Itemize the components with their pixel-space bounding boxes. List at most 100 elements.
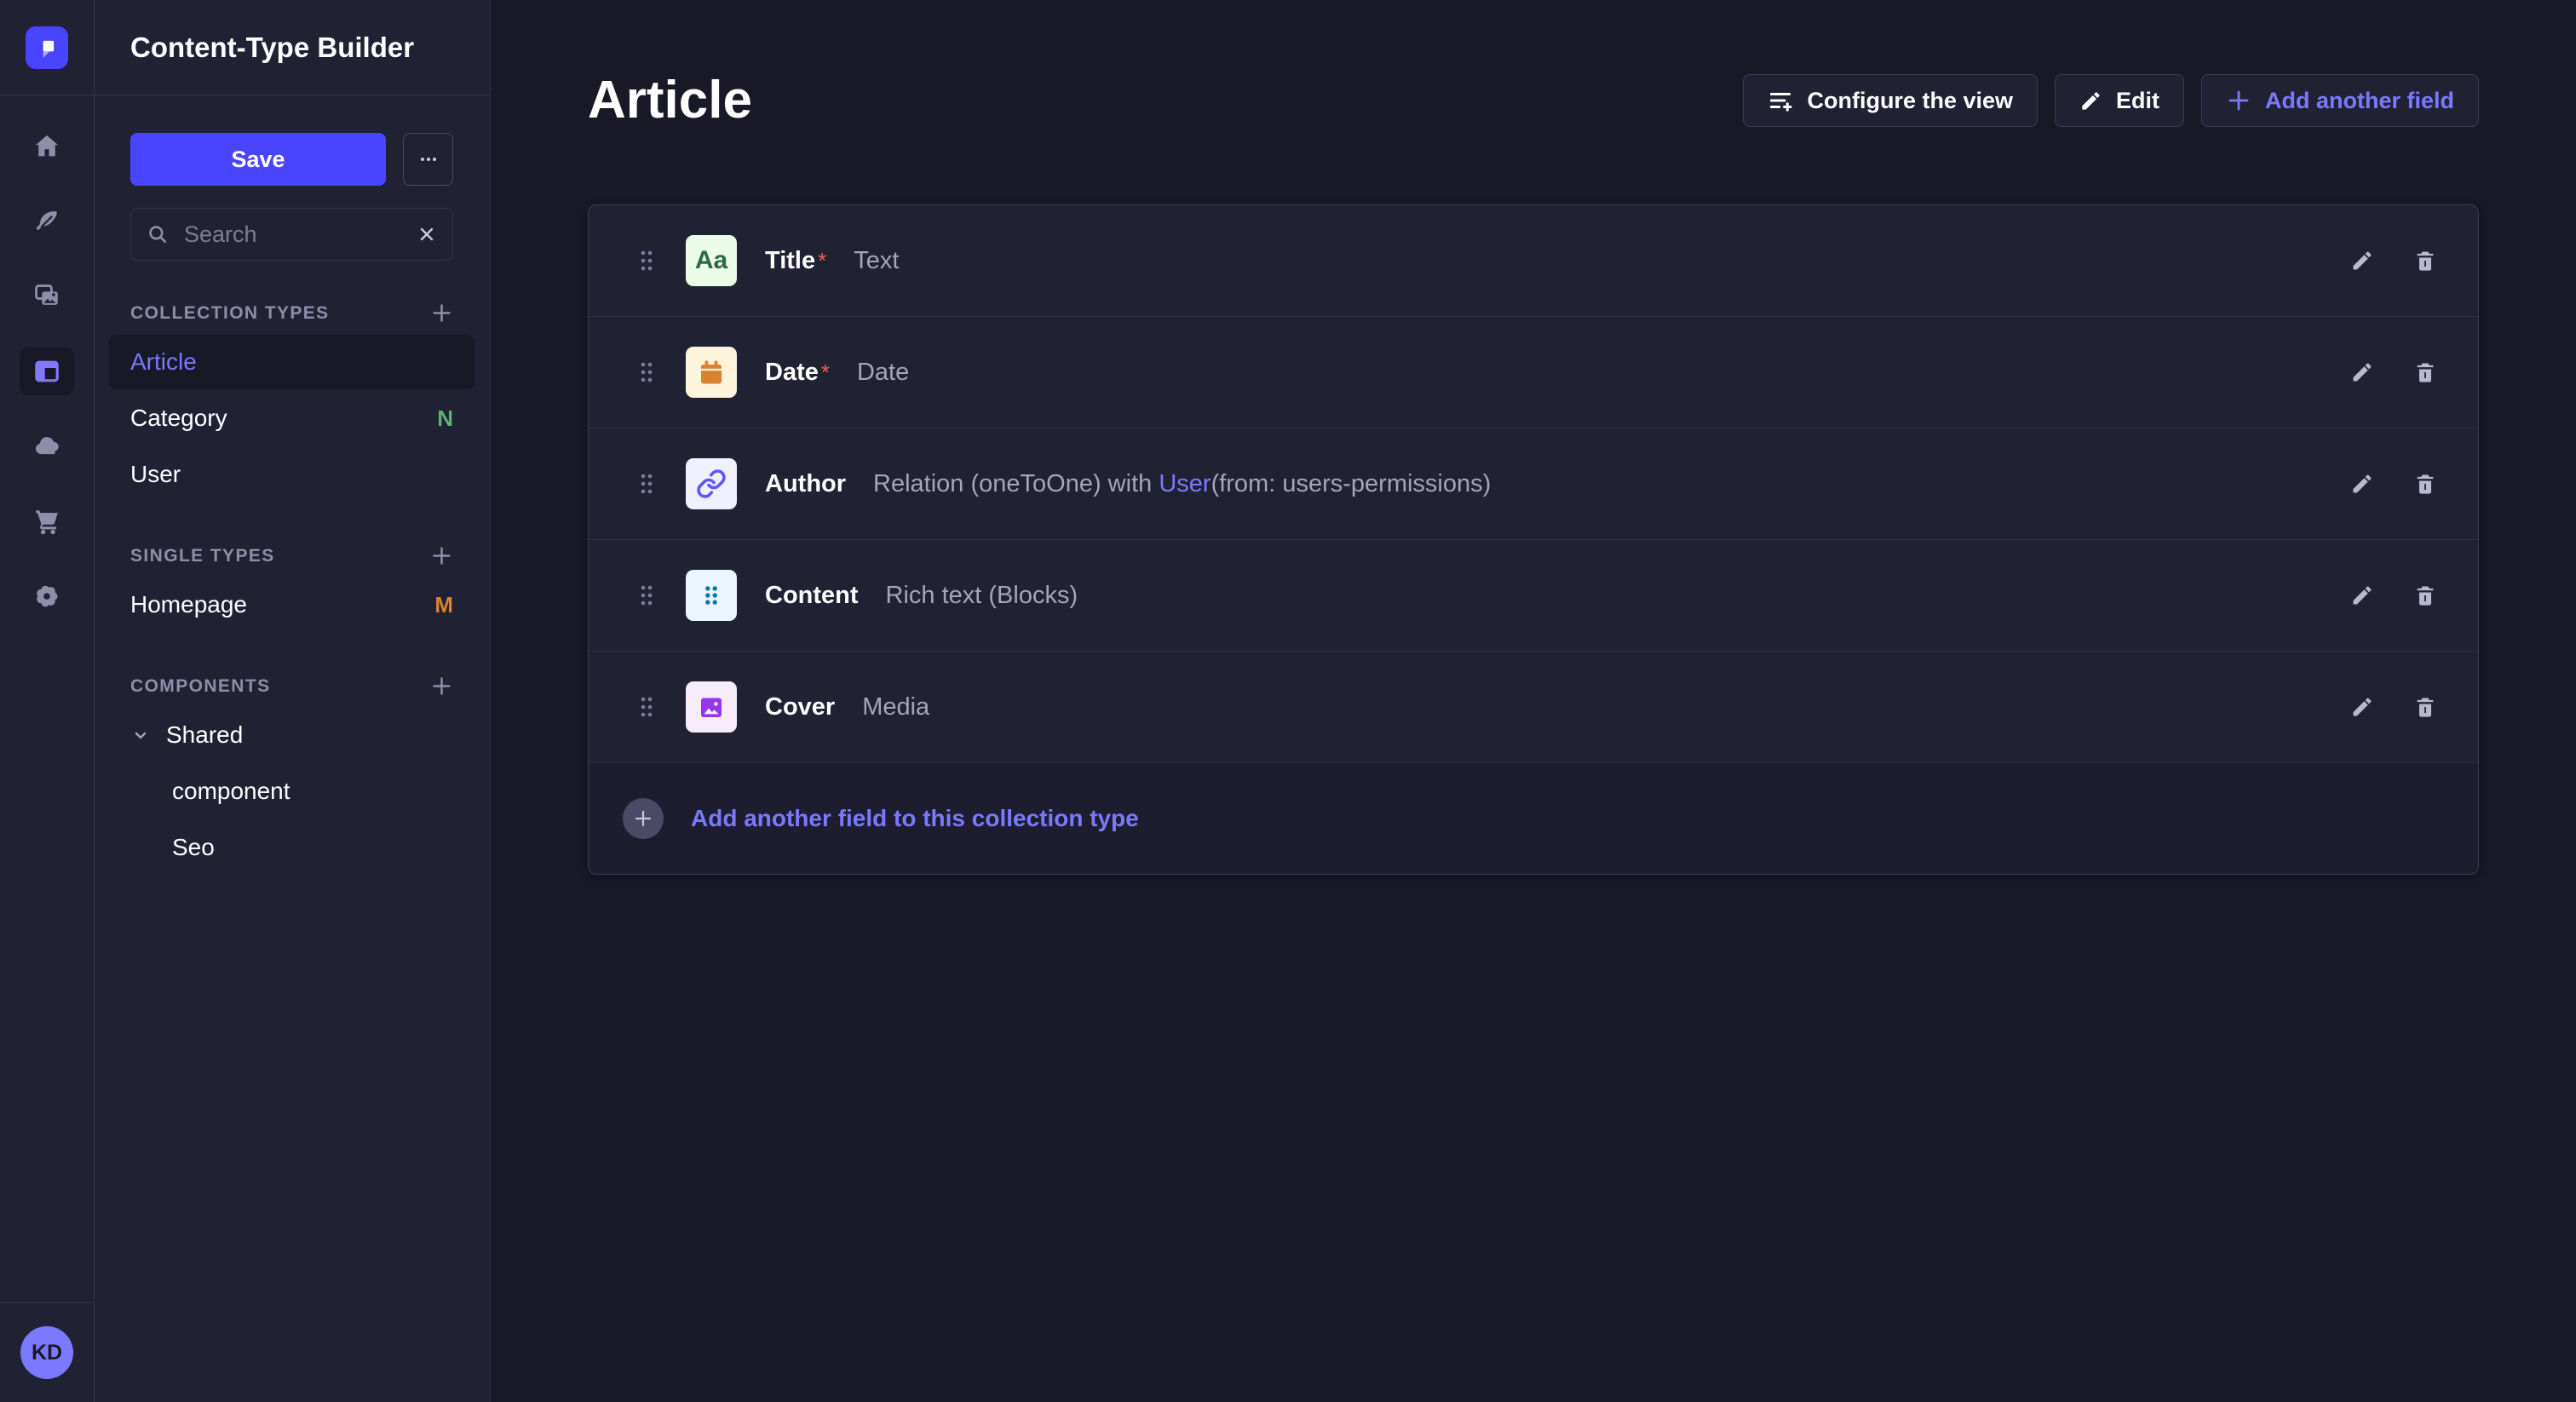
delete-field-button[interactable] bbox=[2413, 249, 2437, 273]
more-dots-icon bbox=[417, 148, 440, 170]
add-field-plus-button[interactable] bbox=[623, 798, 664, 839]
item-label: Homepage bbox=[130, 591, 434, 618]
plus-icon bbox=[2226, 88, 2251, 113]
relation-target-link[interactable]: User bbox=[1159, 470, 1210, 497]
trash-icon bbox=[2413, 249, 2437, 273]
drag-handle[interactable] bbox=[636, 583, 657, 608]
add-field-row[interactable]: Add another field to this collection typ… bbox=[589, 763, 2478, 874]
item-label: Seo bbox=[172, 834, 453, 861]
app-root: KD Content-Type Builder Save bbox=[0, 0, 2576, 1402]
field-name: Content bbox=[765, 582, 859, 610]
delete-field-button[interactable] bbox=[2413, 360, 2437, 384]
edit-field-button[interactable] bbox=[2350, 583, 2374, 607]
plus-icon bbox=[430, 675, 453, 698]
field-name: Date bbox=[765, 359, 819, 387]
add-component-button[interactable] bbox=[430, 675, 453, 698]
field-type: Text bbox=[854, 247, 899, 275]
nav-marketplace[interactable] bbox=[0, 484, 94, 559]
sidebar-item-seo[interactable]: Seo bbox=[109, 820, 474, 875]
drag-handle[interactable] bbox=[636, 471, 657, 497]
add-collection-type-button[interactable] bbox=[430, 302, 453, 325]
marketplace-cart-icon bbox=[32, 507, 61, 536]
trash-icon bbox=[2413, 360, 2437, 384]
row-actions bbox=[2350, 249, 2437, 273]
field-type: Media bbox=[862, 693, 929, 721]
nav-content-type-builder[interactable] bbox=[0, 334, 94, 409]
settings-gear-icon bbox=[32, 582, 61, 611]
delete-field-button[interactable] bbox=[2413, 583, 2437, 607]
sidebar-item-user[interactable]: User bbox=[109, 447, 474, 502]
drag-handle[interactable] bbox=[636, 359, 657, 385]
strapi-logo-icon bbox=[34, 35, 60, 60]
media-library-icon bbox=[32, 282, 61, 311]
table-row-content: Content Rich text (Blocks) bbox=[589, 540, 2478, 652]
search-clear-button[interactable] bbox=[417, 224, 437, 244]
close-icon bbox=[417, 224, 437, 244]
sidebar-item-article[interactable]: Article bbox=[109, 335, 474, 389]
save-button[interactable]: Save bbox=[130, 133, 386, 186]
search-icon bbox=[147, 223, 169, 245]
nav-settings[interactable] bbox=[0, 559, 94, 634]
blocks-field-icon bbox=[686, 570, 737, 621]
list-plus-icon bbox=[1768, 88, 1793, 113]
icon-sidebar-footer: KD bbox=[0, 1302, 94, 1402]
search-input[interactable] bbox=[182, 221, 403, 249]
drag-handle[interactable] bbox=[636, 248, 657, 273]
delete-field-button[interactable] bbox=[2413, 695, 2437, 719]
required-marker: * bbox=[821, 359, 830, 386]
content-type-builder-icon bbox=[32, 357, 61, 386]
pencil-icon bbox=[2350, 472, 2374, 496]
content-manager-icon bbox=[32, 207, 61, 236]
more-options-button[interactable] bbox=[403, 133, 453, 186]
delete-field-button[interactable] bbox=[2413, 472, 2437, 496]
nav-content-manager[interactable] bbox=[0, 184, 94, 259]
add-single-type-button[interactable] bbox=[430, 544, 453, 567]
table-row-cover: Cover Media bbox=[589, 652, 2478, 763]
field-name: Author bbox=[765, 470, 846, 498]
trash-icon bbox=[2413, 472, 2437, 496]
nav-home[interactable] bbox=[0, 109, 94, 184]
nav-media-library[interactable] bbox=[0, 259, 94, 334]
trash-icon bbox=[2413, 583, 2437, 607]
main-nav bbox=[0, 95, 94, 634]
section-label: COMPONENTS bbox=[130, 676, 271, 697]
plus-icon bbox=[430, 302, 453, 325]
avatar[interactable]: KD bbox=[20, 1326, 73, 1379]
page-actions: Configure the view Edit Add another fiel… bbox=[1743, 74, 2479, 127]
pencil-icon bbox=[2350, 360, 2374, 384]
fields-table: Aa Title* Text bbox=[588, 204, 2479, 875]
field-type: Relation (oneToOne) with User(from: user… bbox=[873, 470, 1491, 498]
home-icon bbox=[32, 132, 61, 161]
section-label: SINGLE TYPES bbox=[130, 546, 275, 566]
sidebar-item-component[interactable]: component bbox=[109, 764, 474, 819]
field-type: Rich text (Blocks) bbox=[886, 582, 1078, 610]
add-field-label: Add another field to this collection typ… bbox=[691, 805, 1139, 832]
pencil-icon bbox=[2079, 89, 2102, 112]
section-label: COLLECTION TYPES bbox=[130, 303, 330, 324]
add-another-field-button[interactable]: Add another field bbox=[2201, 74, 2479, 127]
edit-field-button[interactable] bbox=[2350, 472, 2374, 496]
chevron-down-icon bbox=[130, 725, 151, 745]
table-row-author: Author Relation (oneToOne) with User(fro… bbox=[589, 428, 2478, 540]
drag-handle[interactable] bbox=[636, 694, 657, 720]
edit-field-button[interactable] bbox=[2350, 695, 2374, 719]
item-label: Article bbox=[130, 348, 453, 376]
status-badge-new: N bbox=[437, 405, 453, 432]
sidebar-item-homepage[interactable]: Homepage M bbox=[109, 577, 474, 632]
edit-field-button[interactable] bbox=[2350, 360, 2374, 384]
sidebar-item-shared-group[interactable]: Shared bbox=[109, 708, 474, 762]
strapi-logo[interactable] bbox=[26, 26, 68, 69]
search-box bbox=[130, 208, 453, 261]
field-name: Cover bbox=[765, 693, 835, 721]
row-actions bbox=[2350, 583, 2437, 607]
deploy-cloud-icon bbox=[32, 432, 61, 461]
components-list: Shared component Seo bbox=[109, 708, 474, 876]
item-label: component bbox=[172, 778, 453, 805]
configure-view-button[interactable]: Configure the view bbox=[1743, 74, 2038, 127]
nav-deploy[interactable] bbox=[0, 409, 94, 484]
edit-field-button[interactable] bbox=[2350, 249, 2374, 273]
edit-button[interactable]: Edit bbox=[2055, 74, 2184, 127]
sidebar-item-category[interactable]: Category N bbox=[109, 391, 474, 445]
plus-icon bbox=[430, 544, 453, 567]
item-label: Category bbox=[130, 405, 437, 432]
